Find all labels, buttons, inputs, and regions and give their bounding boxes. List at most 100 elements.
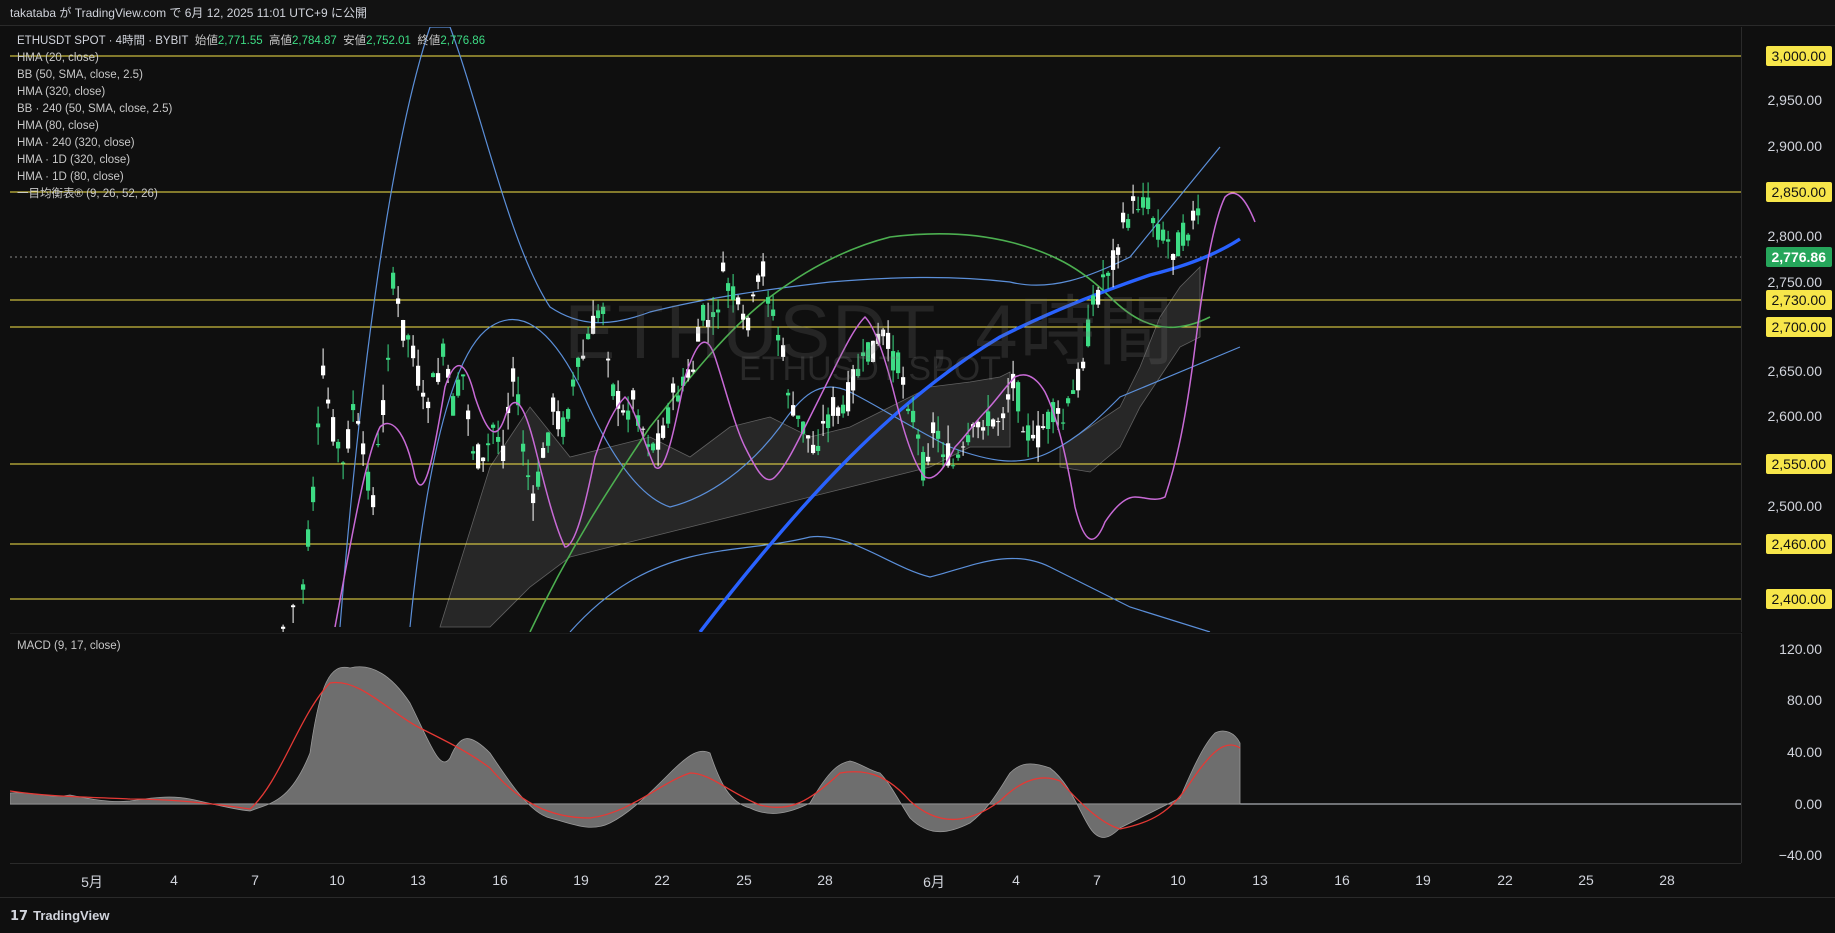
candle-body (356, 421, 361, 424)
tradingview-logo-icon[interactable]: 𝟭𝟳 (10, 908, 28, 924)
candle-body (561, 417, 566, 437)
time-tick: 22 (1497, 872, 1513, 888)
macd-tick: 0.00 (1794, 796, 1822, 812)
time-axis[interactable]: 5月 4 7 10 13 16 19 22 25 28 6月 4 7 10 13… (10, 863, 1741, 898)
candle-body (696, 327, 701, 342)
candle-body (1086, 319, 1091, 347)
candle-body (1136, 209, 1141, 211)
indicator-legend-item[interactable]: HMA (320, close) (17, 84, 485, 101)
time-tick: 4 (170, 872, 178, 888)
candle-body (441, 343, 446, 357)
candle-body (736, 297, 741, 305)
candle-body (701, 304, 706, 321)
time-tick: 25 (736, 872, 752, 888)
macd-axis[interactable]: 120.00 80.00 40.00 0.00 −40.00 (1741, 633, 1835, 863)
candle-body (731, 286, 736, 300)
low-label: 安値 (343, 35, 367, 47)
candle-body (1156, 224, 1161, 240)
close-label: 終値 (417, 35, 441, 47)
candle-body (466, 410, 471, 420)
candle-body (691, 369, 696, 372)
candle-body (631, 390, 636, 400)
candle-body (706, 319, 711, 328)
candle-body (751, 294, 756, 297)
candle-body (641, 428, 646, 430)
candle-body (436, 373, 441, 382)
candle-body (541, 448, 546, 458)
indicator-legend-item[interactable]: HMA · 1D (80, close) (17, 169, 485, 186)
candle-body (371, 495, 376, 508)
candle-body (886, 332, 891, 349)
candle-body (1131, 196, 1136, 201)
candle-body (861, 352, 866, 357)
candle-body (986, 411, 991, 426)
publish-text: takataba が TradingView.com で 6月 12, 2025… (10, 6, 367, 20)
candle-body (1061, 422, 1066, 424)
candle-body (916, 434, 921, 439)
candle-body (401, 320, 406, 341)
candle-body (596, 310, 601, 319)
candle-body (301, 584, 306, 590)
candle-body (831, 397, 836, 416)
candle-body (481, 457, 486, 462)
indicator-legend-item[interactable]: HMA (80, close) (17, 118, 485, 135)
candle-body (1101, 274, 1106, 278)
price-tick: 2,650.00 (1767, 363, 1823, 379)
candle-body (1096, 289, 1101, 305)
candle-body (1111, 250, 1116, 270)
low-value: 2,752.01 (366, 35, 411, 47)
high-label: 高値 (269, 35, 293, 47)
candle-body (791, 405, 796, 416)
candle-body (1186, 234, 1191, 241)
macd-pane[interactable] (10, 633, 1741, 863)
level-label-2700: 2,700.00 (1765, 317, 1832, 337)
candle-body (981, 427, 986, 431)
candle-body (431, 373, 436, 378)
candle-body (761, 261, 766, 277)
candle-body (1166, 239, 1171, 242)
candle-body (966, 435, 971, 443)
indicator-legend-item[interactable]: HMA · 240 (320, close) (17, 135, 485, 152)
time-tick: 22 (654, 872, 670, 888)
brand-name[interactable]: TradingView (33, 908, 109, 923)
candle-body (786, 392, 791, 396)
candle-body (756, 275, 761, 282)
candle-body (331, 417, 336, 442)
indicator-legend-item[interactable]: BB · 240 (50, SMA, close, 2.5) (17, 101, 485, 118)
candle-body (326, 399, 331, 404)
time-tick: 28 (817, 872, 833, 888)
candle-body (776, 334, 781, 341)
candle-body (476, 444, 481, 469)
candle-body (806, 435, 811, 439)
time-tick: 6月 (923, 874, 945, 890)
candle-body (316, 423, 321, 428)
candle-body (781, 345, 786, 357)
candle-body (461, 374, 466, 377)
candle-body (906, 408, 911, 412)
candle-body (1001, 413, 1006, 419)
time-tick: 25 (1578, 872, 1594, 888)
indicator-legend-item[interactable]: HMA (20, close) (17, 50, 485, 67)
macd-legend[interactable]: MACD (9, 17, close) (17, 640, 121, 652)
price-tick: 2,800.00 (1767, 228, 1823, 244)
indicator-legend-item[interactable]: BB (50, SMA, close, 2.5) (17, 67, 485, 84)
candle-body (911, 410, 916, 423)
candle-body (526, 475, 531, 478)
candle-body (291, 605, 296, 608)
candle-body (941, 454, 946, 458)
time-tick: 13 (1252, 872, 1268, 888)
candle-body (931, 422, 936, 434)
candle-body (796, 415, 801, 419)
candle-body (546, 432, 551, 446)
indicator-legend-item[interactable]: 一目均衡表® (9, 26, 52, 26) (17, 186, 485, 203)
price-axis[interactable]: 2,950.00 2,900.00 2,800.00 2,750.00 2,65… (1741, 27, 1835, 632)
candle-body (1076, 368, 1081, 391)
candle-body (1006, 394, 1011, 400)
candle-body (1056, 408, 1061, 414)
time-tick: 16 (1334, 872, 1350, 888)
candle-body (926, 456, 931, 462)
macd-tick: −40.00 (1778, 847, 1822, 863)
time-tick: 5月 (81, 874, 103, 890)
time-tick: 28 (1659, 872, 1675, 888)
indicator-legend-item[interactable]: HMA · 1D (320, close) (17, 152, 485, 169)
